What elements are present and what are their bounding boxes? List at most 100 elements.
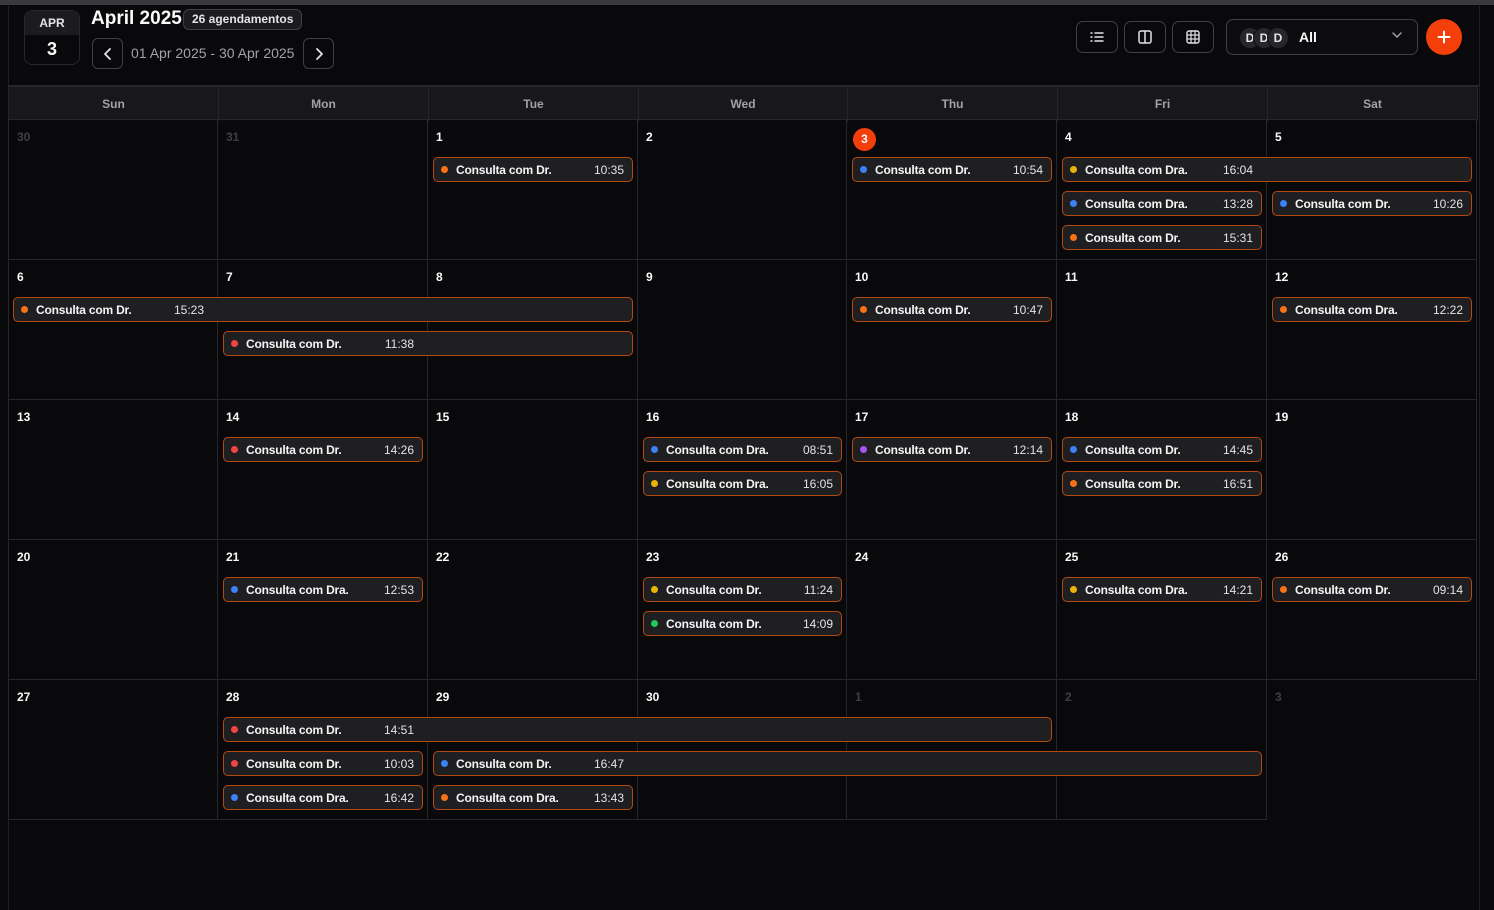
event-item[interactable]: Consulta com Dr. 14:09 [643,611,842,636]
event-item[interactable]: Consulta com Dra. 16:05 [643,471,842,496]
day-number: 29 [436,690,450,704]
day-cell[interactable]: 9 [638,260,847,400]
weekday-fri: Fri [1058,87,1268,121]
event-color-dot [231,586,238,593]
event-time: 14:51 [383,723,414,737]
user-filter-select[interactable]: D D D All [1226,19,1418,55]
event-time: 10:47 [1012,303,1043,317]
day-cell[interactable]: 21 [218,540,428,680]
weekday-sat: Sat [1268,87,1478,121]
event-item[interactable]: Consulta com Dra. 16:42 [223,785,423,810]
event-item[interactable]: Consulta com Dra. 08:51 [643,437,842,462]
event-item[interactable]: Consulta com Dr. 15:31 [1062,225,1262,250]
event-item[interactable]: Consulta com Dr. 10:03 [223,751,423,776]
day-number: 3 [853,128,876,151]
event-title: Consulta com Dr. [1295,583,1391,597]
day-cell[interactable]: 19 [1267,400,1477,540]
event-time: 15:31 [1222,231,1253,245]
event-title: Consulta com Dra. [1085,197,1188,211]
event-item[interactable]: Consulta com Dr. 10:54 [852,157,1052,182]
day-cell[interactable]: 3 [1267,680,1477,820]
add-appointment-button[interactable] [1426,19,1462,55]
day-cell[interactable]: 15 [428,400,638,540]
day-cell[interactable]: 24 [847,540,1057,680]
day-cell[interactable]: 18 [1057,400,1267,540]
day-cell[interactable]: 22 [428,540,638,680]
day-cell[interactable]: 26 [1267,540,1477,680]
day-cell[interactable]: 25 [1057,540,1267,680]
event-item[interactable]: Consulta com Dr. 15:23 [13,297,633,322]
event-item[interactable]: Consulta com Dr. 14:45 [1062,437,1262,462]
day-number: 27 [17,690,31,704]
event-item[interactable]: Consulta com Dr. 16:51 [1062,471,1262,496]
event-title: Consulta com Dr. [456,757,552,771]
event-item[interactable]: Consulta com Dra. 13:43 [433,785,633,810]
day-number: 2 [646,130,653,144]
day-cell[interactable]: 2 [638,120,847,260]
event-item[interactable]: Consulta com Dr. 10:35 [433,157,633,182]
event-item[interactable]: Consulta com Dra. 16:04 [1062,157,1472,182]
event-title: Consulta com Dra. [246,791,349,805]
avatar: D [1267,27,1289,49]
day-cell[interactable]: 14 [218,400,428,540]
week-view-icon [1138,30,1152,44]
day-cell[interactable]: 5 [1267,120,1477,260]
month-view-button[interactable] [1172,21,1214,53]
event-item[interactable]: Consulta com Dr. 11:24 [643,577,842,602]
day-cell[interactable]: 13 [8,400,218,540]
day-cell[interactable]: 31 [218,120,428,260]
event-item[interactable]: Consulta com Dr. 12:14 [852,437,1052,462]
event-item[interactable]: Consulta com Dra. 14:21 [1062,577,1262,602]
next-month-button[interactable] [303,38,334,69]
prev-month-button[interactable] [92,38,123,69]
today-date-box: APR 3 [24,10,80,65]
event-title: Consulta com Dra. [1085,163,1188,177]
event-time: 12:53 [383,583,414,597]
day-cell[interactable]: 1 [428,120,638,260]
event-title: Consulta com Dr. [875,163,971,177]
day-cell[interactable]: 10 [847,260,1057,400]
event-color-dot [860,306,867,313]
day-number: 30 [17,130,31,144]
day-cell[interactable]: 17 [847,400,1057,540]
day-cell[interactable]: 20 [8,540,218,680]
day-cell[interactable]: 7 [218,260,428,400]
event-item[interactable]: Consulta com Dr. 16:47 [433,751,1262,776]
day-cell[interactable]: 3 [847,120,1057,260]
chevron-right-icon [315,47,323,60]
day-cell[interactable]: 23 [638,540,847,680]
event-title: Consulta com Dr. [875,303,971,317]
day-cell[interactable]: 30 [638,680,847,820]
list-view-button[interactable] [1076,21,1118,53]
day-cell[interactable]: 6 [8,260,218,400]
event-item[interactable]: Consulta com Dr. 14:26 [223,437,423,462]
event-title: Consulta com Dr. [875,443,971,457]
event-item[interactable]: Consulta com Dr. 09:14 [1272,577,1472,602]
event-title: Consulta com Dra. [246,583,349,597]
week-view-button[interactable] [1124,21,1166,53]
day-cell[interactable]: 12 [1267,260,1477,400]
event-item[interactable]: Consulta com Dr. 14:51 [223,717,1052,742]
event-title: Consulta com Dr. [246,757,342,771]
event-title: Consulta com Dr. [246,443,342,457]
event-item[interactable]: Consulta com Dra. 13:28 [1062,191,1262,216]
event-time: 16:42 [383,791,414,805]
day-number: 22 [436,550,450,564]
event-item[interactable]: Consulta com Dr. 11:38 [223,331,633,356]
day-cell[interactable]: 11 [1057,260,1267,400]
event-item[interactable]: Consulta com Dr. 10:26 [1272,191,1472,216]
day-cell[interactable]: 2 [1057,680,1267,820]
event-time: 10:35 [593,163,624,177]
event-item[interactable]: Consulta com Dra. 12:22 [1272,297,1472,322]
day-number: 8 [436,270,443,284]
event-title: Consulta com Dr. [1085,443,1181,457]
day-cell[interactable]: 16 [638,400,847,540]
day-cell[interactable]: 27 [8,680,218,820]
day-cell[interactable]: 1 [847,680,1057,820]
day-cell[interactable]: 30 [8,120,218,260]
event-time: 16:05 [802,477,833,491]
event-color-dot [21,306,28,313]
event-item[interactable]: Consulta com Dr. 10:47 [852,297,1052,322]
day-cell[interactable]: 8 [428,260,638,400]
event-item[interactable]: Consulta com Dra. 12:53 [223,577,423,602]
